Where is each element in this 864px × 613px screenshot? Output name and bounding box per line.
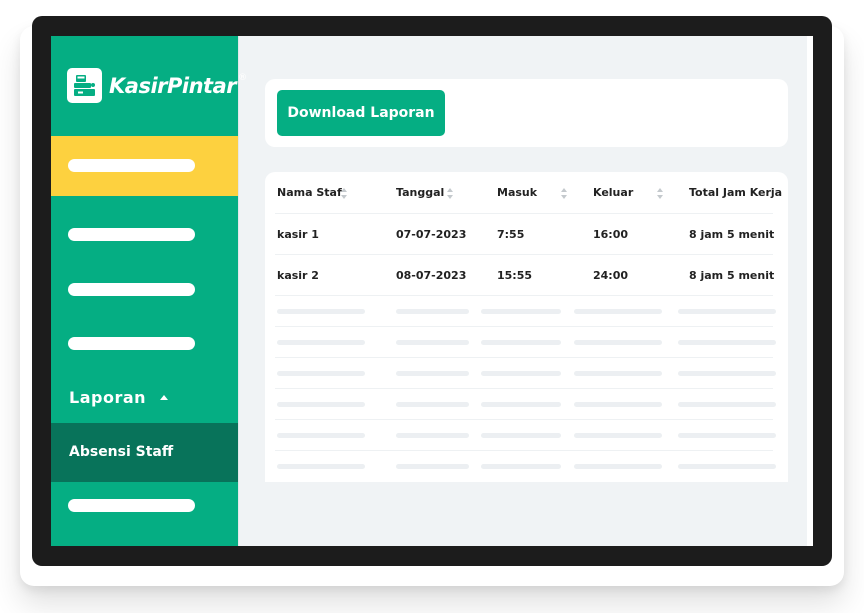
registered-mark: ® xyxy=(238,72,248,83)
placeholder-bar xyxy=(277,371,365,376)
sidebar-item-placeholder xyxy=(68,337,195,350)
placeholder-bar xyxy=(396,402,469,407)
cell-keluar: 24:00 xyxy=(593,269,629,282)
cell-masuk: 7:55 xyxy=(497,228,525,241)
cell-keluar: 16:00 xyxy=(593,228,629,241)
row-divider xyxy=(275,254,773,255)
column-header-tanggal[interactable]: Tanggal xyxy=(396,186,444,199)
sidebar-item-laporan[interactable]: Laporan xyxy=(69,388,169,407)
column-header-nama-staf[interactable]: Nama Staf xyxy=(277,186,342,199)
placeholder-bar xyxy=(678,464,776,469)
placeholder-bar xyxy=(481,340,561,345)
sort-icon[interactable] xyxy=(447,188,454,199)
cell-nama-staf: kasir 2 xyxy=(277,269,319,282)
logo: KasirPintar ® xyxy=(67,68,247,103)
placeholder-bar xyxy=(396,433,469,438)
cell-tanggal: 08-07-2023 xyxy=(396,269,467,282)
sidebar-item-active[interactable] xyxy=(51,136,238,196)
cell-masuk: 15:55 xyxy=(497,269,533,282)
placeholder-bar xyxy=(396,340,469,345)
sidebar-item-label: Laporan xyxy=(69,388,147,407)
cell-total-jam-kerja: 8 jam 5 menit xyxy=(689,269,775,282)
placeholder-bar xyxy=(574,464,662,469)
tablet-frame: KasirPintar ® Laporan Absensi Staff Down… xyxy=(32,16,832,566)
logo-text: KasirPintar xyxy=(109,73,237,98)
placeholder-bar xyxy=(396,371,469,376)
sidebar: KasirPintar ® Laporan Absensi Staff xyxy=(51,36,247,546)
sort-icon[interactable] xyxy=(657,188,664,199)
placeholder-bar xyxy=(678,309,776,314)
placeholder-bar xyxy=(574,402,662,407)
placeholder-bar xyxy=(574,340,662,345)
placeholder-bar xyxy=(678,402,776,407)
placeholder-bar xyxy=(574,371,662,376)
placeholder-bar xyxy=(574,309,662,314)
cell-nama-staf: kasir 1 xyxy=(277,228,319,241)
placeholder-bar xyxy=(678,433,776,438)
sidebar-subitem-label: Absensi Staff xyxy=(69,444,174,460)
sidebar-item-placeholder xyxy=(68,159,195,172)
placeholder-bar xyxy=(481,433,561,438)
sidebar-subitem-absensi-staff[interactable]: Absensi Staff xyxy=(51,423,238,482)
row-divider xyxy=(275,326,773,327)
placeholder-bar xyxy=(277,340,365,345)
row-divider xyxy=(275,295,773,296)
placeholder-bar xyxy=(277,309,365,314)
screen-edge xyxy=(807,36,813,546)
cell-total-jam-kerja: 8 jam 5 menit xyxy=(689,228,775,241)
header-divider xyxy=(275,213,773,214)
placeholder-bar xyxy=(481,402,561,407)
app-screen: KasirPintar ® Laporan Absensi Staff Down… xyxy=(51,36,813,546)
placeholder-bar xyxy=(574,433,662,438)
caret-up-icon xyxy=(160,395,169,400)
cash-register-icon xyxy=(67,68,102,103)
row-divider xyxy=(275,450,773,451)
placeholder-bar xyxy=(277,464,365,469)
sidebar-divider xyxy=(238,36,239,546)
download-report-button[interactable]: Download Laporan xyxy=(277,90,445,136)
placeholder-bar xyxy=(277,433,365,438)
column-header-masuk[interactable]: Masuk xyxy=(497,186,537,199)
placeholder-bar xyxy=(396,464,469,469)
cell-tanggal: 07-07-2023 xyxy=(396,228,467,241)
attendance-table: Nama Staf Tanggal Masuk Keluar Total Jam… xyxy=(265,172,788,482)
toolbar-card: Download Laporan xyxy=(265,79,788,147)
row-divider xyxy=(275,419,773,420)
sort-icon[interactable] xyxy=(561,188,568,199)
sort-icon[interactable] xyxy=(341,188,348,199)
placeholder-bar xyxy=(678,371,776,376)
sidebar-item-placeholder xyxy=(68,228,195,241)
placeholder-bar xyxy=(481,371,561,376)
placeholder-bar xyxy=(678,340,776,345)
sidebar-item-placeholder xyxy=(68,499,195,512)
placeholder-bar xyxy=(277,402,365,407)
column-header-keluar[interactable]: Keluar xyxy=(593,186,633,199)
placeholder-bar xyxy=(481,309,561,314)
row-divider xyxy=(275,388,773,389)
column-header-total-jam-kerja[interactable]: Total Jam Kerja xyxy=(689,186,782,199)
placeholder-bar xyxy=(396,309,469,314)
sidebar-item-placeholder xyxy=(68,283,195,296)
row-divider xyxy=(275,357,773,358)
placeholder-bar xyxy=(481,464,561,469)
